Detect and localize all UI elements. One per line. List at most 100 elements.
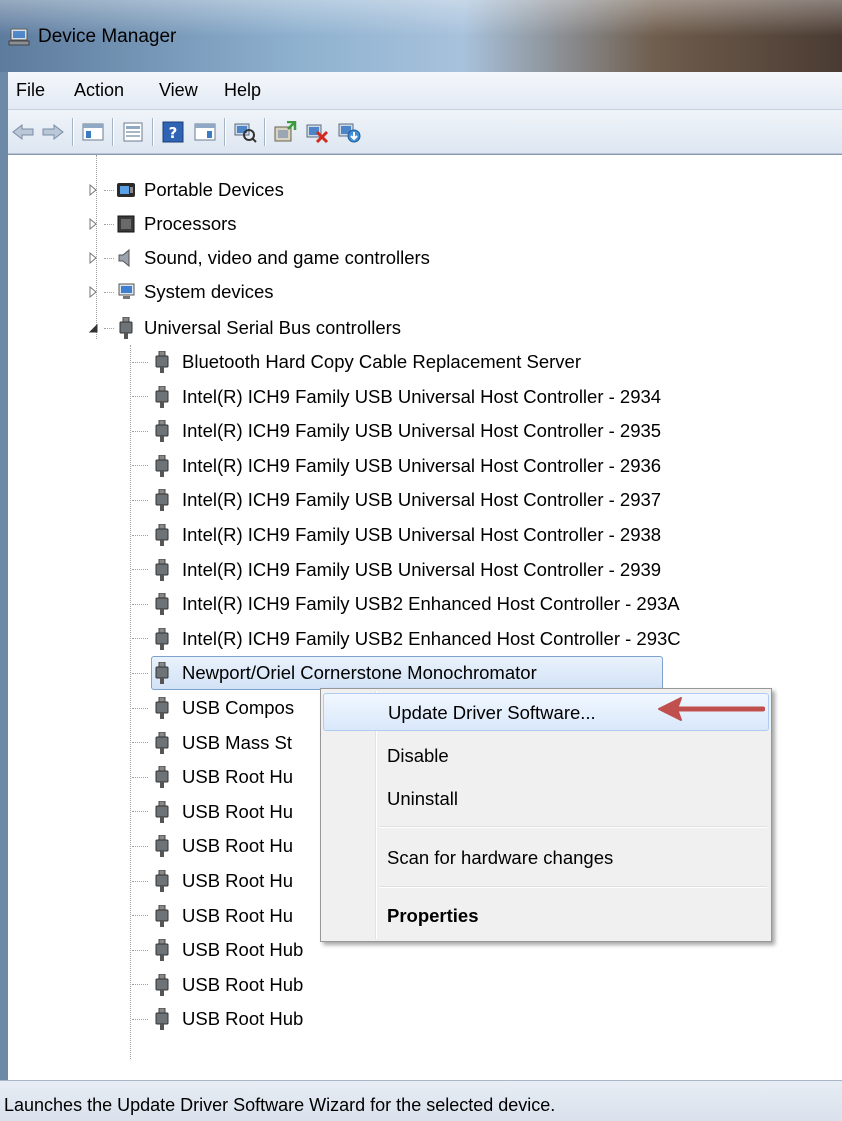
help-icon[interactable]: ? [160, 119, 186, 145]
usb-device-row[interactable]: Intel(R) ICH9 Family USB Universal Host … [132, 380, 665, 414]
title-bar[interactable]: Device Manager [0, 0, 842, 72]
tree-label: Intel(R) ICH9 Family USB2 Enhanced Host … [182, 593, 680, 615]
tree-connector [132, 811, 148, 813]
usb-device-row[interactable]: Intel(R) ICH9 Family USB2 Enhanced Host … [132, 587, 684, 621]
usb-device-row[interactable]: USB Root Hub [132, 1002, 307, 1036]
portable-device-icon [117, 183, 135, 197]
expand-arrow-icon[interactable] [88, 286, 98, 298]
menu-item-scan-for-hardware-changes[interactable]: Scan for hardware changes [323, 839, 769, 877]
usb-device-row[interactable]: Intel(R) ICH9 Family USB2 Enhanced Host … [132, 622, 685, 656]
enable-device-icon[interactable] [336, 119, 362, 145]
tree-connector [132, 984, 148, 986]
tree-category-processors[interactable]: Processors [88, 207, 241, 241]
tree-label: Sound, video and game controllers [144, 247, 430, 268]
usb-icon [155, 351, 169, 373]
usb-icon [155, 454, 169, 477]
usb-icon [155, 1008, 169, 1031]
usb-device-row[interactable]: Intel(R) ICH9 Family USB Universal Host … [132, 518, 665, 552]
usb-icon [155, 489, 169, 512]
usb-device-row[interactable]: Intel(R) ICH9 Family USB Universal Host … [132, 414, 665, 448]
usb-device-row[interactable]: Intel(R) ICH9 Family USB Universal Host … [132, 449, 665, 483]
tree-connector [132, 569, 148, 571]
usb-device-row[interactable]: USB Root Hub [132, 968, 307, 1002]
tree-label: Intel(R) ICH9 Family USB Universal Host … [182, 558, 662, 580]
action-pane-icon[interactable] [192, 119, 218, 145]
menu-item-uninstall[interactable]: Uninstall [323, 780, 769, 818]
tree-label: USB Root Hub [182, 1008, 304, 1030]
toolbar: ? [8, 110, 842, 154]
menu-view[interactable]: View [159, 80, 198, 101]
usb-device-row[interactable]: USB Root Hu [132, 760, 297, 794]
collapse-arrow-icon[interactable] [88, 322, 98, 334]
menu-file[interactable]: File [16, 80, 45, 101]
usb-icon [155, 697, 169, 719]
usb-device-row[interactable]: Bluetooth Hard Copy Cable Replacement Se… [132, 345, 585, 379]
status-bar: Launches the Update Driver Software Wiza… [0, 1080, 842, 1121]
window-title: Device Manager [38, 26, 177, 47]
usb-device-row[interactable]: Newport/Oriel Cornerstone Monochromator [132, 656, 541, 690]
scan-hardware-icon[interactable] [232, 119, 258, 145]
expand-arrow-icon[interactable] [88, 252, 98, 264]
tree-connector [132, 465, 148, 467]
menu-item-properties[interactable]: Properties [323, 897, 769, 935]
tree-label: USB Root Hub [182, 939, 304, 961]
tree-category-system-devices[interactable]: System devices [88, 275, 278, 309]
menu-item-disable[interactable]: Disable [323, 737, 769, 775]
usb-icon [155, 420, 169, 443]
menu-separator [379, 886, 767, 887]
menu-item-label: Uninstall [387, 788, 458, 809]
tree-label: USB Compos [182, 697, 295, 718]
forward-icon[interactable] [40, 119, 66, 145]
tree-connector [132, 915, 148, 917]
tree-label: Bluetooth Hard Copy Cable Replacement Se… [182, 351, 581, 372]
tree-category-sound[interactable]: Sound, video and game controllers [88, 241, 434, 275]
tree-label: USB Root Hub [182, 973, 304, 995]
tree-label: Processors [144, 213, 237, 234]
tree-label: System devices [144, 281, 274, 302]
usb-icon [155, 973, 169, 996]
update-driver-icon[interactable] [272, 119, 298, 145]
context-menu: Update Driver Software... Disable Uninst… [320, 688, 772, 942]
usb-device-row[interactable]: USB Root Hu [132, 795, 297, 829]
tree-category-usb-controllers[interactable]: Universal Serial Bus controllers [88, 311, 405, 345]
menu-help[interactable]: Help [224, 80, 261, 101]
tree-connector [132, 430, 148, 432]
usb-icon [119, 317, 133, 339]
usb-icon [155, 731, 169, 754]
tree-connector [132, 742, 148, 744]
tree-label: Newport/Oriel Cornerstone Monochromator [182, 662, 537, 684]
speaker-icon [118, 248, 130, 268]
tree-label: USB Root Hu [182, 835, 294, 857]
tree-label: Intel(R) ICH9 Family USB2 Enhanced Host … [182, 627, 681, 649]
back-icon[interactable] [10, 119, 36, 145]
tree-connector [132, 1018, 148, 1020]
usb-device-row[interactable]: USB Mass St [132, 726, 296, 760]
uninstall-icon[interactable] [304, 119, 330, 145]
device-manager-window: Device Manager File Action View Help ? P… [0, 0, 842, 1121]
tree-label: Intel(R) ICH9 Family USB Universal Host … [182, 489, 662, 511]
show-hide-console-tree-icon[interactable] [80, 119, 106, 145]
usb-device-row[interactable]: USB Root Hu [132, 864, 297, 898]
tree-connector [132, 845, 148, 847]
usb-device-row[interactable]: USB Compos [132, 691, 298, 725]
tree-category-portable-devices[interactable]: Portable Devices [88, 173, 288, 207]
menu-item-label: Update Driver Software... [388, 702, 596, 723]
usb-device-row[interactable]: USB Root Hu [132, 829, 297, 863]
usb-device-row[interactable]: Intel(R) ICH9 Family USB Universal Host … [132, 553, 665, 587]
usb-device-row[interactable]: USB Root Hub [132, 933, 307, 967]
expand-arrow-icon[interactable] [88, 184, 98, 196]
tree-connector [132, 534, 148, 536]
menu-bar: File Action View Help [8, 72, 842, 110]
usb-icon [155, 870, 169, 892]
usb-device-row[interactable]: USB Root Hu [132, 899, 297, 933]
usb-icon [155, 800, 169, 823]
usb-icon [155, 627, 169, 650]
processor-icon [117, 215, 135, 233]
usb-device-row[interactable]: Intel(R) ICH9 Family USB Universal Host … [132, 483, 665, 517]
tree-connector [132, 949, 148, 951]
tree-label: USB Root Hu [182, 870, 294, 891]
properties-icon[interactable] [120, 119, 146, 145]
usb-icon [155, 558, 169, 581]
menu-action[interactable]: Action [74, 80, 124, 101]
expand-arrow-icon[interactable] [88, 218, 98, 230]
